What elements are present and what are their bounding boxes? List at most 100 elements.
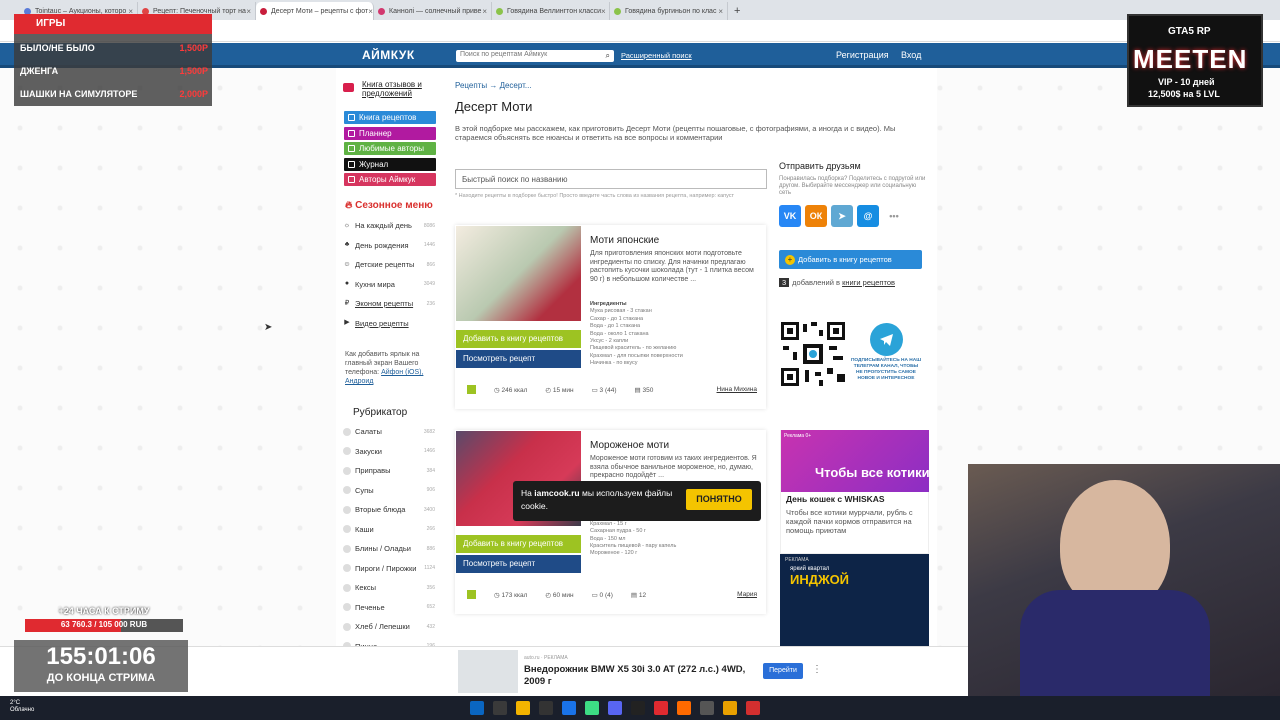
rubricator-item[interactable]: Кексы 356 [343,583,435,592]
recipe-author[interactable]: Мария [737,591,757,598]
weather-widget[interactable]: 2°C Облачно [10,700,34,714]
more-share-icon[interactable]: ••• [883,205,905,227]
ad-car-title[interactable]: Внедорожник BMW X5 30i 3.0 AT (272 л.с.)… [524,664,754,688]
rubricator-item[interactable]: Супы 906 [343,486,435,495]
search-icon[interactable]: ⌕ [606,51,610,61]
taskbar-app-icon[interactable] [746,701,760,715]
rubricator-item[interactable]: Печенье 652 [343,603,435,612]
add-to-book-button[interactable]: + Добавить в книгу рецептов [779,250,922,269]
quick-search-input[interactable]: Быстрый поиск по названию [455,169,767,189]
bookmark-icon[interactable] [467,385,476,394]
taskbar-app-icon[interactable] [562,701,576,715]
rubricator-item[interactable]: Приправы 384 [343,466,435,475]
sidebar-nav-item[interactable]: Авторы Аймкук [344,173,436,186]
vk-share-icon[interactable]: VK [779,205,801,227]
recipe-image[interactable] [456,226,581,321]
sidebar-nav-item[interactable]: Планнер [344,126,436,140]
taskbar-app-icon[interactable] [585,701,599,715]
rubricator-item[interactable]: Блины / Оладьи 886 [343,544,435,553]
ingredient-line: Вода - до 1 стакана [590,323,641,330]
ingredient-line: Сахарная пудра - 50 г [590,528,646,535]
tab-close-icon[interactable]: × [482,7,487,16]
taskbar-app-icon[interactable] [470,701,484,715]
recipe-description: Мороженое моти готовим из таких ингредие… [590,455,757,479]
register-link[interactable]: Регистрация [836,50,889,60]
rubricator-item[interactable]: Пироги / Пирожки 1124 [343,564,435,573]
added-link[interactable]: книги рецептов [842,278,895,287]
view-recipe-button[interactable]: Посмотреть рецепт [456,555,581,573]
mail-share-icon[interactable]: @ [857,205,879,227]
telegram-share-icon[interactable]: ➤ [831,205,853,227]
season-menu-item[interactable]: ▶ Видео рецепты [343,319,435,328]
rubricator-item[interactable]: Вторые блюда 3400 [343,505,435,514]
sidebar-nav-item[interactable]: Любимые авторы [344,142,436,155]
advanced-search-link[interactable]: Расширенный поиск [621,51,692,60]
rubric-count: 886 [426,545,435,552]
taskbar-app-icon[interactable] [700,701,714,715]
recipe-kcal: ◷ 246 ккал [494,386,528,394]
tab-close-icon[interactable]: × [601,7,606,16]
add-to-book-button[interactable]: Добавить в книгу рецептов [456,330,581,348]
ad-image-cats[interactable] [781,430,929,492]
search-placeholder: Поиск по рецептам Аймкук [460,51,548,58]
view-recipe-button[interactable]: Посмотреть рецепт [456,350,581,368]
taskbar-app-icon[interactable] [654,701,668,715]
browser-tab[interactable]: Каннолі — солнечный приве × [374,2,492,20]
season-menu-item[interactable]: ₽ Эконом рецепты 236 [343,299,435,308]
taskbar-app-icon[interactable] [608,701,622,715]
new-tab-button[interactable]: + [728,2,746,20]
season-menu-item[interactable]: ● Кухни мира 3049 [343,280,435,289]
recipe-author[interactable]: Нина Михина [717,386,757,393]
car-image[interactable] [458,650,518,693]
ad-title[interactable]: День кошек с WHISKAS [786,494,885,504]
browser-tab[interactable]: Говядина Веллингтон класси × [492,2,610,20]
tab-close-icon[interactable]: × [718,7,723,16]
search-input[interactable]: Поиск по рецептам Аймкук ⌕ [456,50,614,62]
feedback-link[interactable]: Книга отзывов и предложений [362,80,442,98]
season-item-count: 236 [426,300,435,307]
taskbar-app-icon[interactable] [516,701,530,715]
season-item-label: Эконом рецепты [355,299,414,308]
taskbar-app-icon[interactable] [723,701,737,715]
add-to-book-button[interactable]: Добавить в книгу рецептов [456,535,581,553]
taskbar-app-icon[interactable] [493,701,507,715]
browser-tab[interactable]: Говядина бургиньон по клас × [610,2,728,20]
recipe-meta: ◷ 246 ккал ◴ 15 мин ▭ 3 (44) ▤ 350 Нина Михи… [467,385,757,394]
tab-close-icon[interactable]: × [368,7,373,16]
rubric-icon [343,583,351,592]
page-intro: В этой подборке мы расскажем, как пригот… [455,124,896,142]
ad-go-button[interactable]: Перейти [763,663,803,679]
cookie-accept-button[interactable]: ПОНЯТНО [686,489,752,510]
rubricator-item[interactable]: Салаты 3682 [343,427,435,436]
rubricator-item[interactable]: Каши 266 [343,525,435,534]
site-logo[interactable]: АЙМКУК [362,48,415,62]
cookie-site: iamcook.ru [534,488,580,498]
season-menu-item[interactable]: ☼ На каждый день 8086 [343,221,435,230]
rubricator-item[interactable]: Закуски 1466 [343,447,435,456]
season-menu-item[interactable]: ♣ День рождения 1446 [343,241,435,250]
browser-tab[interactable]: Десерт Моти – рецепты с фот × [256,2,374,20]
sidebar-nav-item[interactable]: Книга рецептов [344,111,436,124]
ok-share-icon[interactable]: ОК [805,205,827,227]
recipe-card: Моти японские Для приготовления японских … [455,225,766,409]
tab-close-icon[interactable]: × [246,7,251,16]
rubricator-item[interactable]: Хлеб / Лепешки 432 [343,622,435,631]
recipe-title[interactable]: Мороженое моти [590,440,669,451]
login-link[interactable]: Вход [901,50,921,60]
rubric-icon [343,544,351,553]
share-subtitle: Понравилась подборка? Поделитесь с подру… [779,176,926,196]
season-menu-title: 🔥︎ Сезонное меню [345,200,433,211]
taskbar-app-icon[interactable] [539,701,553,715]
bookmark-icon[interactable] [467,590,476,599]
recipe-title[interactable]: Моти японские [590,235,659,246]
recipe-comments[interactable]: ▭ 3 (44) [592,386,617,394]
sidebar-nav-item[interactable]: Журнал [344,157,436,171]
breadcrumb[interactable]: Рецепты → Десерт... [455,81,532,90]
taskbar-app-icon[interactable] [677,701,691,715]
game-row: ШАШКИ НА СИМУЛЯТОРЕ 2,000Р [20,89,208,99]
season-menu-item[interactable]: ☺ Детские рецепты 866 [343,260,435,269]
tab-title: Говядина бургиньон по клас [625,7,717,15]
ad-menu-icon[interactable]: ⋮ [812,664,822,675]
taskbar-app-icon[interactable] [631,701,645,715]
recipe-comments[interactable]: ▭ 0 (4) [592,591,613,599]
